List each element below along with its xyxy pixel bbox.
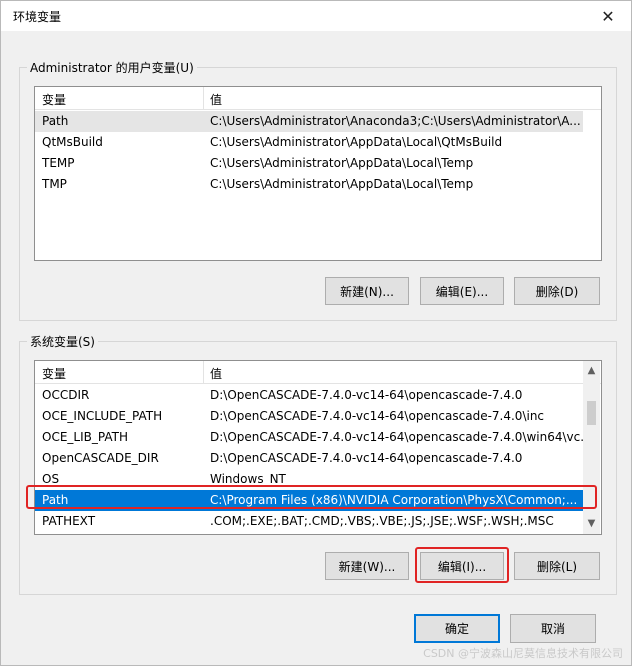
- var-value: D:\OpenCASCADE-7.4.0-vc14-64\opencascade…: [210, 430, 592, 444]
- var-name: OCCDIR: [42, 388, 90, 402]
- scroll-thumb[interactable]: [587, 401, 596, 425]
- table-row[interactable]: OCE_LIB_PATH D:\OpenCASCADE-7.4.0-vc14-6…: [35, 427, 592, 448]
- table-row[interactable]: TMP C:\Users\Administrator\AppData\Local…: [35, 174, 583, 195]
- col-name-header[interactable]: 变量: [42, 365, 66, 382]
- window-title: 环境变量: [13, 10, 62, 24]
- system-vars-legend: 系统变量(S): [27, 333, 98, 350]
- table-row[interactable]: Path C:\Users\Administrator\Anaconda3;C:…: [35, 111, 583, 132]
- col-name-header[interactable]: 变量: [42, 91, 66, 108]
- var-value: Windows_NT: [210, 472, 286, 486]
- cancel-button[interactable]: 取消: [510, 614, 596, 643]
- var-name: PATHEXT: [42, 514, 96, 528]
- user-delete-button[interactable]: 删除(D): [514, 277, 600, 305]
- column-divider[interactable]: [203, 361, 204, 383]
- var-name: OCE_INCLUDE_PATH: [42, 409, 163, 423]
- var-value: D:\OpenCASCADE-7.4.0-vc14-64\opencascade…: [210, 409, 545, 423]
- user-vars-header: 变量 值: [35, 87, 601, 110]
- col-value-header[interactable]: 值: [210, 91, 222, 108]
- var-name: OpenCASCADE_DIR: [42, 451, 159, 465]
- system-new-button[interactable]: 新建(W)...: [325, 552, 409, 580]
- title-bar: 环境变量 ✕: [1, 1, 631, 31]
- table-row[interactable]: TEMP C:\Users\Administrator\AppData\Loca…: [35, 153, 583, 174]
- var-value: C:\Users\Administrator\AppData\Local\QtM…: [210, 135, 503, 149]
- var-value: C:\Users\Administrator\Anaconda3;C:\User…: [210, 114, 581, 128]
- table-row[interactable]: QtMsBuild C:\Users\Administrator\AppData…: [35, 132, 583, 153]
- user-new-button[interactable]: 新建(N)...: [325, 277, 409, 305]
- var-value: C:\Users\Administrator\AppData\Local\Tem…: [210, 177, 474, 191]
- system-vars-header: 变量 值: [35, 361, 601, 384]
- var-value: C:\Users\Administrator\AppData\Local\Tem…: [210, 156, 474, 170]
- close-icon[interactable]: ✕: [585, 1, 631, 31]
- table-row[interactable]: OpenCASCADE_DIR D:\OpenCASCADE-7.4.0-vc1…: [35, 448, 583, 469]
- user-edit-button[interactable]: 编辑(E)...: [420, 277, 504, 305]
- var-value: D:\OpenCASCADE-7.4.0-vc14-64\opencascade…: [210, 451, 523, 465]
- ok-button[interactable]: 确定: [414, 614, 500, 643]
- table-row[interactable]: OCCDIR D:\OpenCASCADE-7.4.0-vc14-64\open…: [35, 385, 583, 406]
- var-name: TMP: [42, 177, 67, 191]
- table-row[interactable]: PATHEXT .COM;.EXE;.BAT;.CMD;.VBS;.VBE;.J…: [35, 511, 583, 532]
- var-name: QtMsBuild: [42, 135, 103, 149]
- system-delete-button[interactable]: 删除(L): [514, 552, 600, 580]
- var-value: .COM;.EXE;.BAT;.CMD;.VBS;.VBE;.JS;.JSE;.…: [210, 514, 554, 528]
- scroll-down-icon[interactable]: ▼: [583, 518, 600, 529]
- col-value-header[interactable]: 值: [210, 365, 222, 382]
- column-divider[interactable]: [203, 87, 204, 109]
- scroll-up-icon[interactable]: ▲: [583, 365, 600, 376]
- edit-button-highlight: [415, 547, 509, 583]
- watermark: CSDN @宁波森山尼莫信息技术有限公司: [423, 647, 623, 660]
- var-name: OCE_LIB_PATH: [42, 430, 128, 444]
- var-value: D:\OpenCASCADE-7.4.0-vc14-64\opencascade…: [210, 388, 523, 402]
- path-row-highlight: [26, 485, 597, 509]
- var-name: OS: [42, 472, 60, 486]
- user-vars-legend: Administrator 的用户变量(U): [27, 59, 197, 76]
- user-vars-list[interactable]: 变量 值 Path C:\Users\Administrator\Anacond…: [34, 86, 602, 261]
- env-vars-dialog: 环境变量 ✕ Administrator 的用户变量(U) 变量 值 Path …: [0, 0, 632, 666]
- var-name: Path: [42, 114, 69, 128]
- var-name: TEMP: [42, 156, 75, 170]
- table-row[interactable]: OCE_INCLUDE_PATH D:\OpenCASCADE-7.4.0-vc…: [35, 406, 583, 427]
